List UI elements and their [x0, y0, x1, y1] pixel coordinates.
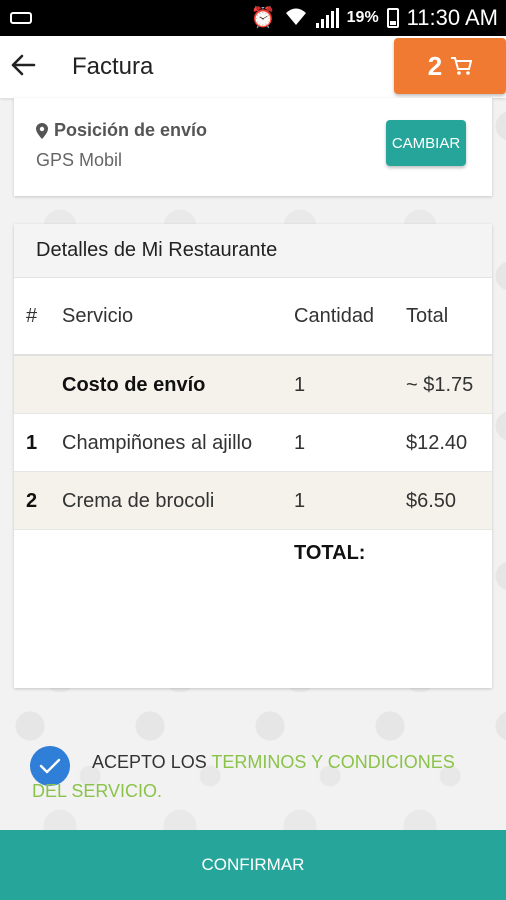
wifi-icon	[284, 6, 308, 30]
table-row: Costo de envío 1 ~ $1.75	[14, 356, 492, 414]
battery-icon	[386, 8, 399, 28]
confirm-button[interactable]: CONFIRMAR	[0, 830, 506, 900]
voicemail-icon	[10, 12, 32, 24]
signal-icon	[315, 8, 339, 28]
total-row: TOTAL:	[14, 530, 492, 588]
cart-button[interactable]: 2	[394, 38, 506, 94]
table-header-row: # Servicio Cantidad Total	[14, 278, 492, 356]
change-location-button[interactable]: CAMBIAR	[386, 120, 466, 166]
cart-count: 2	[427, 50, 443, 81]
restaurant-header: Detalles de Mi Restaurante	[14, 224, 492, 278]
column-header-num: #	[26, 304, 38, 327]
row-service: Champiñones al ajillo	[62, 432, 253, 454]
clock: 11:30 AM	[406, 5, 498, 30]
row-quantity: 1	[294, 432, 306, 454]
row-total: $12.40	[406, 432, 468, 454]
order-table: # Servicio Cantidad Total Costo de envío…	[14, 278, 492, 588]
column-header-quantity: Cantidad	[294, 304, 375, 327]
row-quantity: 1	[294, 490, 306, 512]
row-total: ~ $1.75	[406, 374, 474, 396]
row-total: $6.50	[406, 490, 457, 512]
row-num: 1	[26, 432, 38, 454]
status-bar: ⏰ 19% 11:30 AM	[0, 0, 506, 36]
order-detail-card: Detalles de Mi Restaurante # Servicio Ca…	[14, 224, 492, 688]
table-row: 1 Champiñones al ajillo 1 $12.40	[14, 414, 492, 472]
location-card: Posición de envío GPS Mobil CAMBIAR	[14, 98, 492, 196]
alarm-icon: ⏰	[250, 7, 276, 29]
arrow-left-icon	[10, 50, 36, 84]
table-row: 2 Crema de brocoli 1 $6.50	[14, 472, 492, 530]
map-pin-icon	[36, 122, 48, 139]
back-button[interactable]	[0, 36, 46, 98]
total-label: TOTAL:	[294, 542, 366, 564]
terms-prefix: ACEPTO LOS	[92, 752, 212, 772]
cart-icon	[450, 56, 473, 76]
row-service: Crema de brocoli	[62, 490, 215, 512]
battery-percent: 19%	[346, 9, 379, 26]
row-num	[14, 356, 62, 413]
column-header-total: Total	[406, 304, 449, 327]
row-service: Costo de envío	[62, 374, 206, 396]
terms-text: ACEPTO LOS TERMINOS Y CONDICIONES DEL SE…	[32, 748, 482, 806]
location-value: GPS Mobil	[36, 150, 123, 170]
location-title: Posición de envío	[36, 120, 207, 141]
row-quantity: 1	[294, 374, 306, 396]
location-title-text: Posición de envío	[54, 120, 208, 140]
row-num: 2	[26, 490, 38, 512]
page-title: Factura	[72, 53, 154, 80]
column-header-service: Servicio	[62, 304, 134, 327]
